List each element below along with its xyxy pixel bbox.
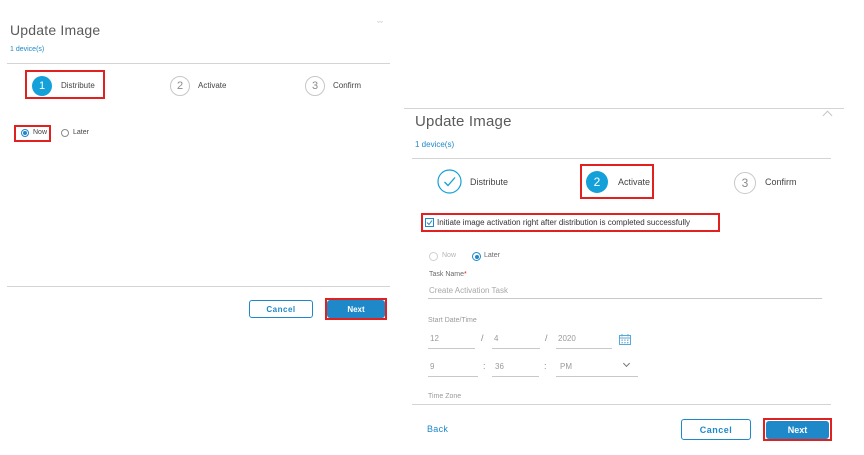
required-mark: * [464,271,467,278]
right-radio-now-label: Now [442,252,457,259]
left-step-1-highlight [25,70,105,99]
right-minute-underline [492,376,539,377]
left-step-2-circle: 2 [170,76,190,96]
right-step-3-circle: 3 [734,172,756,194]
right-device-count-link[interactable]: 1 device(s) [415,140,454,149]
right-time-sep-2: : [544,361,547,371]
right-start-datetime-label: Start Date/Time [428,317,477,324]
left-dialog-title: Update Image [10,22,101,38]
right-collapse-icon[interactable] [822,110,833,121]
right-time-zone-label: Time Zone [428,393,462,400]
left-radio-later-label: Later [73,129,89,136]
right-radio-later-label: Later [484,252,500,259]
check-circle-icon [437,169,462,194]
right-time-sep-1: : [483,361,486,371]
left-footer-divider [7,286,390,287]
left-step-3-circle: 3 [305,76,325,96]
right-hour-underline [428,376,478,377]
right-radio-now[interactable] [429,252,438,261]
right-cancel-button[interactable]: Cancel [681,419,751,440]
right-year-underline [556,348,612,349]
right-steps-divider [412,158,831,159]
left-close-icon[interactable]: ˇˇ [377,20,383,30]
right-day-input[interactable]: 4 [494,334,498,343]
calendar-icon[interactable] [619,332,631,345]
left-next-highlight [325,298,387,320]
right-month-input[interactable]: 12 [430,334,439,343]
left-dialog: Update Image ˇˇ 1 device(s) 1 Distribute… [0,0,400,455]
right-date-sep-1: / [481,333,484,343]
right-task-name-underline [428,298,822,299]
right-task-name-label: Task Name* [429,271,467,278]
left-device-count-link[interactable]: 1 device(s) [10,46,44,53]
right-dialog-title: Update Image [415,113,512,130]
right-next-highlight [763,418,832,441]
left-steps-divider [7,63,390,64]
right-dialog: Update Image 1 device(s) Distribute 2 Ac… [404,0,864,455]
right-ampm-underline [556,376,638,377]
right-ampm-value: PM [560,362,572,371]
right-back-link[interactable]: Back [427,424,448,434]
left-cancel-button[interactable]: Cancel [249,300,313,318]
right-day-underline [492,348,540,349]
chevron-down-icon [622,359,631,368]
right-step-2-highlight [580,164,654,199]
right-step-3-label: Confirm [765,177,797,187]
right-task-name-input[interactable]: Create Activation Task [429,286,508,295]
right-year-input[interactable]: 2020 [558,334,576,343]
right-activation-highlight [421,213,720,232]
right-top-edge [404,108,844,109]
right-month-underline [428,348,475,349]
right-minute-input[interactable]: 36 [495,362,504,371]
left-radio-now-highlight [14,125,51,142]
left-step-2-label: Activate [198,81,227,90]
right-date-sep-2: / [545,333,548,343]
right-radio-later[interactable] [472,252,481,261]
left-step-3-label: Confirm [333,81,362,90]
right-step-1-label: Distribute [470,177,509,187]
right-footer-divider [412,404,831,405]
left-radio-later[interactable] [61,129,69,137]
right-hour-input[interactable]: 9 [430,362,434,371]
